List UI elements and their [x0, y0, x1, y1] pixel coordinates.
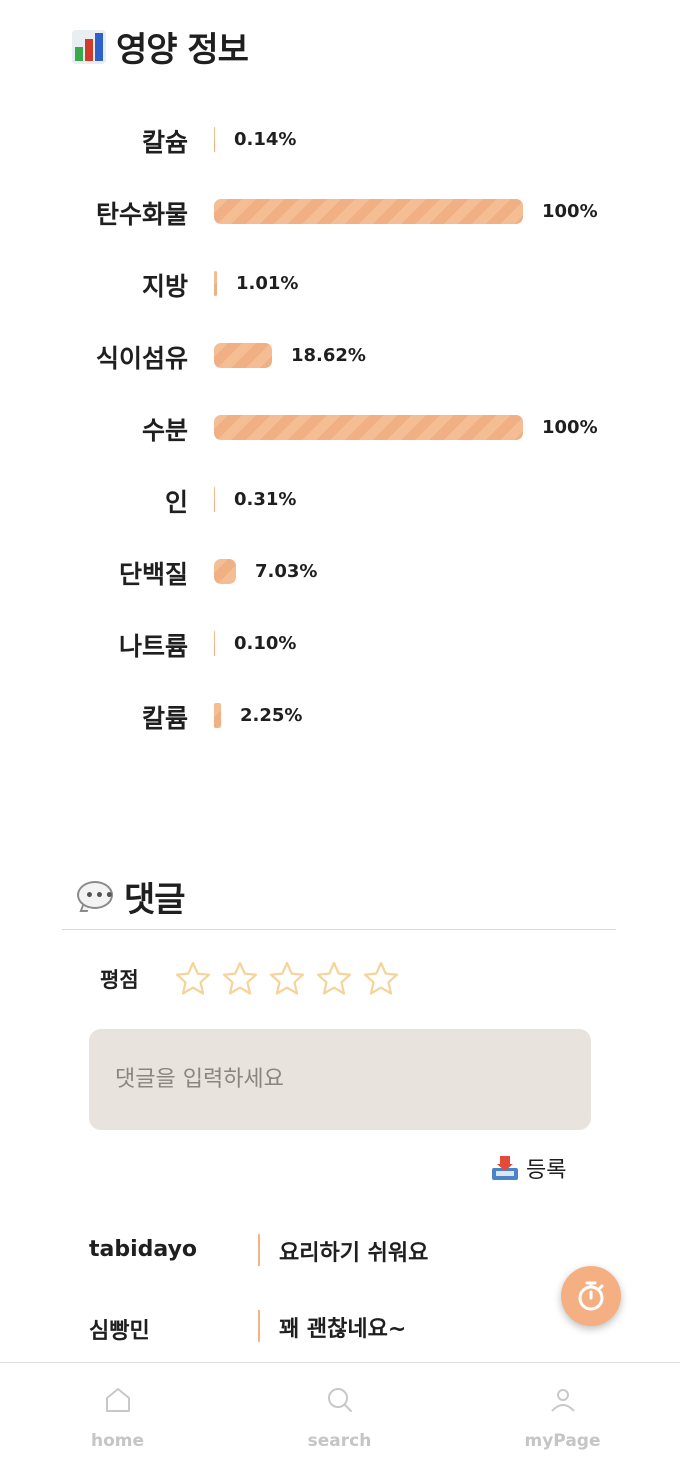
comments-title-text: 댓글: [124, 880, 186, 920]
star-icon[interactable]: [221, 960, 259, 998]
nutrition-row: 인 0.31%: [0, 463, 680, 535]
submit-label: 등록: [526, 1158, 567, 1183]
nutrient-bar: [214, 487, 215, 512]
nutrient-bar: [214, 343, 272, 368]
nutrient-bar: [214, 415, 523, 440]
nutrient-value: 7.03%: [255, 561, 318, 582]
nutrient-label: 나트륨: [118, 632, 188, 661]
star-icon[interactable]: [174, 960, 212, 998]
star-rating: [174, 960, 400, 998]
search-icon: [327, 1388, 352, 1412]
stopwatch-icon: [578, 1281, 604, 1311]
rating-label: 평점: [100, 968, 139, 992]
nav-item-home[interactable]: home: [4, 1363, 231, 1470]
comment-author: 심빵민: [89, 1319, 150, 1344]
submit-comment-button[interactable]: 등록: [492, 1152, 566, 1184]
comment-text: 꽤 괜찮네요~: [279, 1317, 407, 1342]
nutrient-bar: [214, 271, 217, 296]
nutrient-value: 18.62%: [291, 345, 366, 366]
nutrient-bar: [214, 199, 523, 224]
nutrition-row: 단백질 7.03%: [0, 535, 680, 607]
nutrient-bar: [214, 559, 236, 584]
star-icon[interactable]: [315, 960, 353, 998]
nutrient-label: 탄수화물: [95, 200, 188, 229]
nutrient-value: 100%: [542, 417, 598, 438]
nav-label-mypage: myPage: [524, 1431, 601, 1451]
nav-item-search[interactable]: search: [226, 1363, 453, 1470]
comment-author: tabidayo: [89, 1237, 198, 1262]
bottom-nav: home search myPage: [0, 1362, 680, 1470]
nutrient-bar: [214, 703, 221, 728]
nutrition-title-text: 영양 정보: [116, 30, 249, 70]
nutrient-label: 칼륨: [141, 704, 188, 733]
nutrient-value: 2.25%: [240, 705, 303, 726]
nav-item-mypage[interactable]: myPage: [449, 1363, 676, 1470]
home-icon: [105, 1388, 130, 1412]
comment-input[interactable]: [89, 1029, 591, 1130]
nutrient-value: 100%: [542, 201, 598, 222]
comment-text: 요리하기 쉬워요: [279, 1241, 429, 1266]
timer-fab-button[interactable]: [561, 1266, 621, 1326]
nutrition-row: 수분 100%: [0, 391, 680, 463]
nutrient-value: 1.01%: [236, 273, 299, 294]
nutrient-label: 단백질: [118, 560, 188, 589]
nutrient-label: 칼슘: [141, 128, 188, 157]
nutrient-label: 수분: [141, 416, 188, 445]
nutrition-row: 탄수화물 100%: [0, 175, 680, 247]
nutrition-row: 지방 1.01%: [0, 247, 680, 319]
user-icon: [550, 1389, 575, 1412]
nav-label-home: home: [90, 1431, 145, 1451]
nutrition-row: 칼슘 0.14%: [0, 103, 680, 175]
nutrition-row: 식이섬유 18.62%: [0, 319, 680, 391]
bar-chart-icon: [72, 29, 106, 64]
nutrient-label: 인: [164, 488, 188, 517]
nav-label-search: search: [307, 1431, 372, 1451]
nutrient-value: 0.10%: [234, 633, 297, 654]
comment-separator: [258, 1310, 260, 1342]
star-icon[interactable]: [268, 960, 306, 998]
speech-bubble-icon: •••: [76, 880, 114, 914]
nutrient-value: 0.31%: [234, 489, 297, 510]
nutrient-value: 0.14%: [234, 129, 297, 150]
star-icon[interactable]: [362, 960, 400, 998]
nutrition-row: 나트륨 0.10%: [0, 607, 680, 679]
comment-separator: [258, 1234, 260, 1266]
comments-title: ••• 댓글: [76, 872, 186, 921]
nutrient-bar: [214, 631, 215, 656]
nutrition-title: 영양 정보: [72, 22, 249, 71]
nutrient-label: 지방: [141, 272, 188, 301]
nutrition-row: 칼륨 2.25%: [0, 679, 680, 751]
nutrient-bar: [214, 127, 215, 152]
inbox-tray-icon: [492, 1156, 518, 1180]
section-divider: [62, 929, 616, 930]
nutrient-label: 식이섬유: [95, 344, 188, 373]
